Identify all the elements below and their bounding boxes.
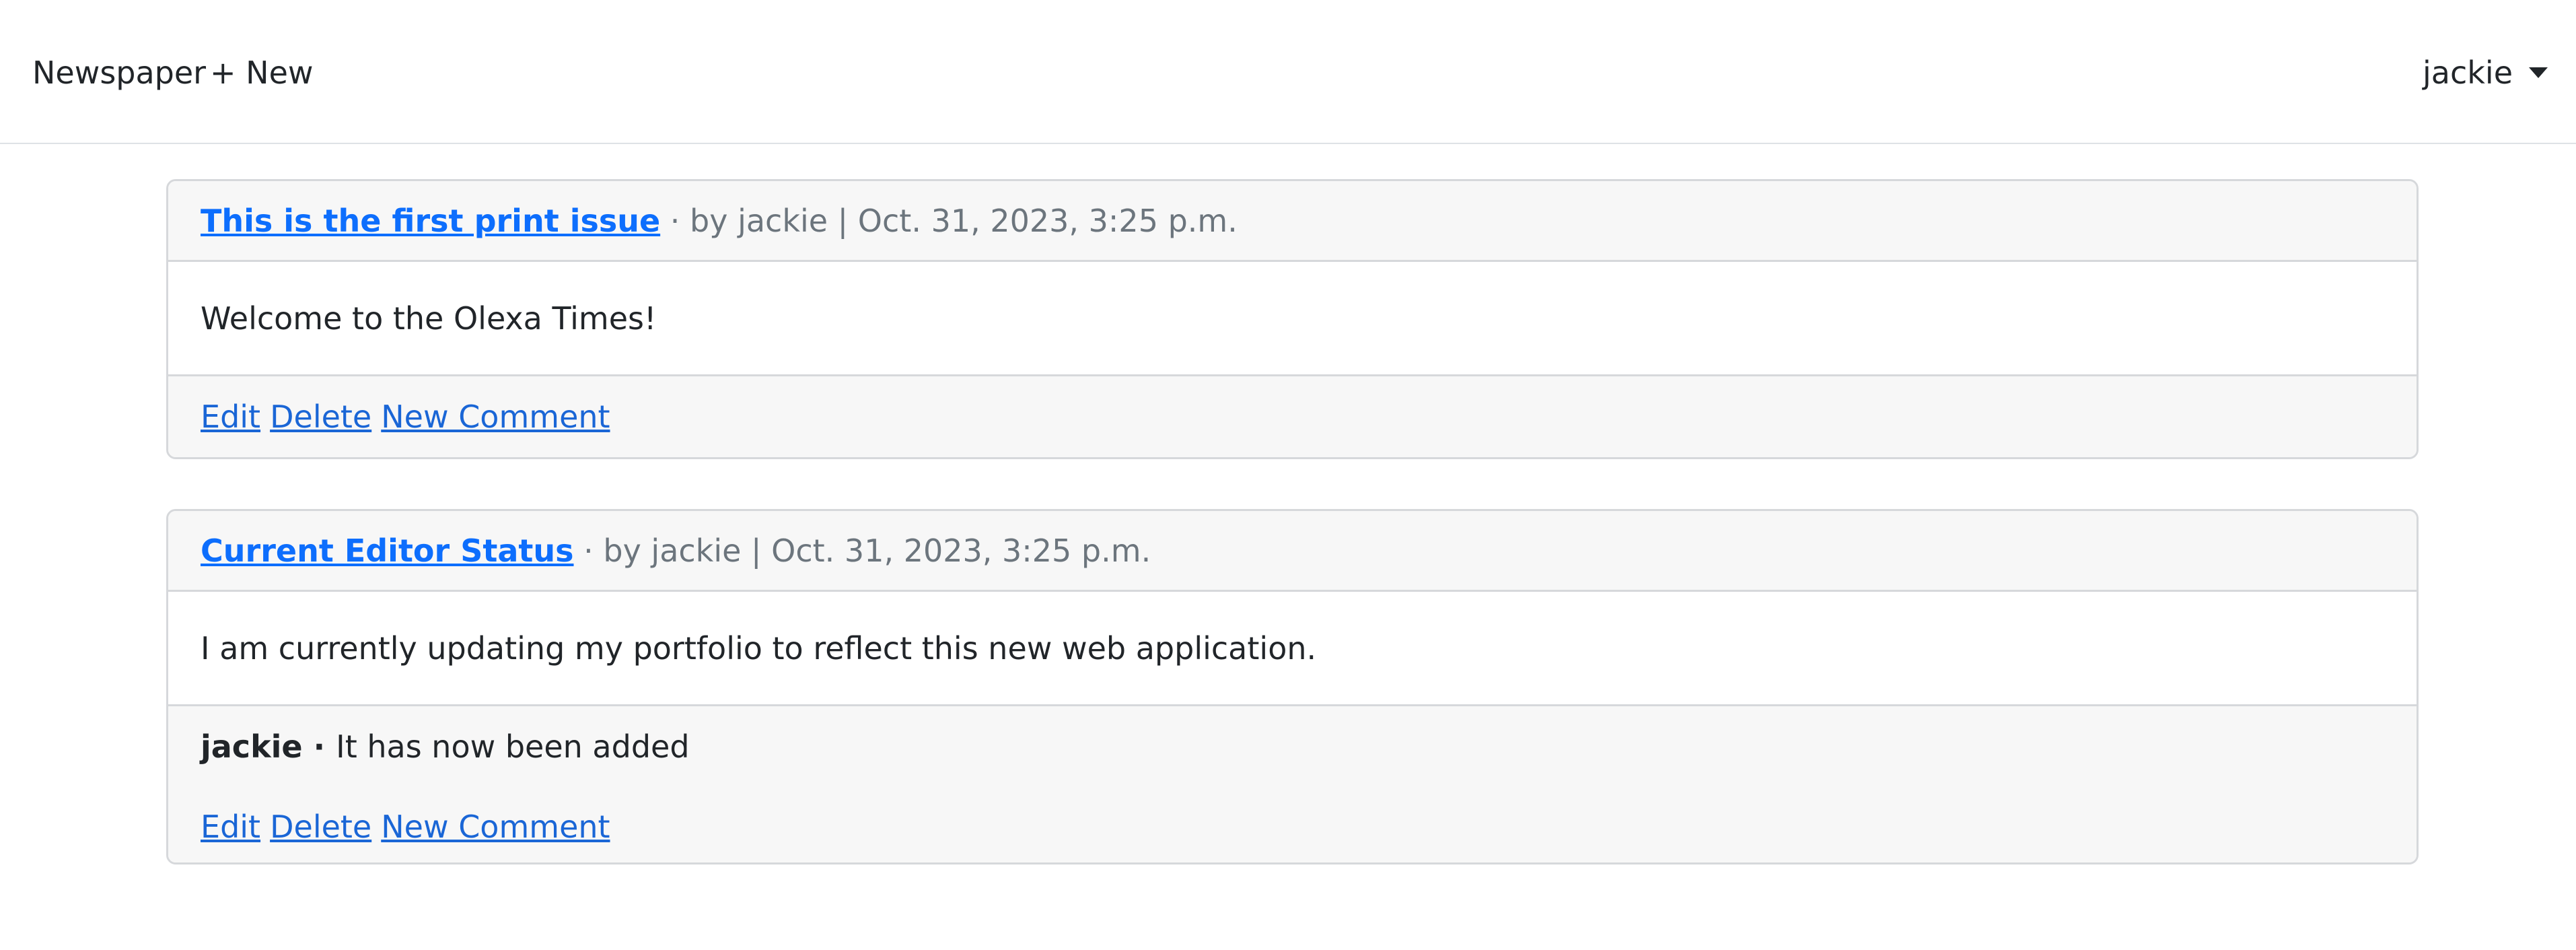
- edit-link[interactable]: Edit: [201, 399, 260, 435]
- brand-link[interactable]: Newspaper: [32, 54, 206, 92]
- post-footer: jackie · It has now been added Edit Delet…: [168, 706, 2417, 862]
- post-card: Current Editor Status · by jackie | Oct.…: [166, 509, 2419, 864]
- post-body-text: Welcome to the Olexa Times!: [201, 300, 657, 337]
- user-dropdown[interactable]: jackie: [2423, 54, 2548, 92]
- post-body: Welcome to the Olexa Times!: [168, 262, 2417, 376]
- comment-text: It has now been added: [336, 728, 690, 765]
- comment: jackie · It has now been added: [201, 728, 2384, 766]
- comment-author: jackie: [201, 728, 303, 765]
- post-title-link[interactable]: Current Editor Status: [201, 533, 574, 569]
- comment-separator: ·: [302, 728, 336, 765]
- post-actions: Edit Delete New Comment: [201, 399, 620, 435]
- post-header: Current Editor Status · by jackie | Oct.…: [168, 511, 2417, 592]
- delete-link[interactable]: Delete: [270, 809, 371, 845]
- post-body: I am currently updating my portfolio to …: [168, 592, 2417, 706]
- post-actions: Edit Delete New Comment: [201, 809, 2384, 845]
- username-label: jackie: [2423, 55, 2513, 91]
- post-meta: · by jackie | Oct. 31, 2023, 3:25 p.m.: [660, 202, 1238, 239]
- chevron-down-icon: [2529, 67, 2548, 78]
- posts-container: This is the first print issue · by jacki…: [166, 179, 2419, 914]
- new-comment-link[interactable]: New Comment: [381, 399, 610, 435]
- post-title-link[interactable]: This is the first print issue: [201, 203, 660, 239]
- new-comment-link[interactable]: New Comment: [381, 809, 610, 845]
- new-post-link[interactable]: + New: [210, 54, 314, 92]
- post-footer: Edit Delete New Comment: [168, 376, 2417, 457]
- delete-link[interactable]: Delete: [270, 399, 371, 435]
- edit-link[interactable]: Edit: [201, 809, 260, 845]
- top-navbar: Newspaper + New jackie: [0, 0, 2576, 144]
- post-meta: · by jackie | Oct. 31, 2023, 3:25 p.m.: [573, 532, 1151, 569]
- post-header: This is the first print issue · by jacki…: [168, 181, 2417, 262]
- post-body-text: I am currently updating my portfolio to …: [201, 630, 1317, 667]
- post-card: This is the first print issue · by jacki…: [166, 179, 2419, 459]
